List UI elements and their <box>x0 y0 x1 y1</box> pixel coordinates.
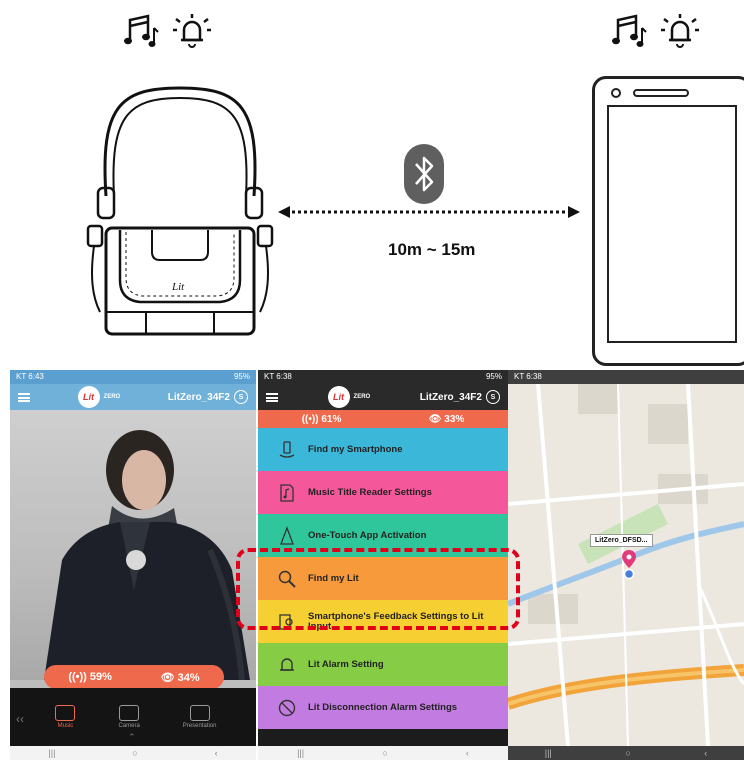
bag-notification-icons <box>124 12 212 50</box>
phone-screen <box>607 105 737 343</box>
music-screen: KT 6:43 95% Lit ZERO LitZero_34F2 S ((•)… <box>10 370 256 760</box>
device-selector[interactable]: LitZero_34F2 S <box>420 390 500 404</box>
find-phone-icon <box>276 439 298 461</box>
device-selector[interactable]: LitZero_34F2 S <box>168 390 248 404</box>
alarm-bell-icon <box>660 12 700 50</box>
phone-notification-icons <box>612 12 700 50</box>
app-logo: Lit ZERO <box>77 386 120 408</box>
chevron-up-icon[interactable]: ⌃ <box>128 732 136 743</box>
status-bar: KT 6:43 95% <box>10 370 256 384</box>
music-icon <box>55 705 76 721</box>
touch-icon <box>276 525 298 547</box>
crossbody-bag-illustration: Lit <box>80 76 280 343</box>
menu-item-find-smartphone[interactable]: Find my Smartphone <box>258 428 508 471</box>
back-icon[interactable]: ‹ <box>704 748 707 758</box>
recent-apps-icon[interactable]: ||| <box>48 748 55 758</box>
app-header: Lit ZERO LitZero_34F2 S <box>258 384 508 410</box>
find-my-lit-highlight <box>236 548 520 630</box>
location-pin-icon[interactable] <box>622 550 636 585</box>
status-bar: KT 6:38 95% <box>258 370 508 384</box>
phone-speaker <box>633 89 689 97</box>
app-logo: Lit ZERO <box>327 386 370 408</box>
alarm-bell-icon <box>172 12 212 50</box>
range-distance-label: 10m ~ 15m <box>388 240 476 259</box>
android-nav-bar: ||| ○ ‹ <box>508 746 744 760</box>
menu-item-disconnection-alarm[interactable]: Lit Disconnection Alarm Settings <box>258 686 508 729</box>
lit-battery: ((•)) 61% <box>301 413 342 425</box>
mode-tab-bar: ‹‹ Music Camera Presentation ⌃ <box>10 688 256 746</box>
status-bar: KT 6:38 <box>508 370 744 384</box>
phone-battery: 👁 33% <box>428 413 465 425</box>
back-icon[interactable]: ‹ <box>466 748 469 758</box>
page: Lit 10m ~ 15m KT 6:43 95% Lit ZERO LitZe… <box>0 0 744 760</box>
home-icon[interactable]: ○ <box>382 748 387 758</box>
model-photo <box>10 410 256 681</box>
home-icon[interactable]: ○ <box>132 748 137 758</box>
app-header: Lit ZERO LitZero_34F2 S <box>10 384 256 410</box>
map-screen: KT 6:38 LitZero_DFSD... ||| ○ ‹ <box>508 370 744 760</box>
tab-music[interactable]: Music <box>55 705 76 729</box>
back-icon[interactable]: ‹ <box>215 748 218 758</box>
chevron-left-icon[interactable]: ‹‹ <box>16 712 24 726</box>
android-nav-bar: ||| ○ ‹ <box>10 746 256 760</box>
battery-stats: ((•)) 59% 👁 34% <box>44 665 224 689</box>
recent-apps-icon[interactable]: ||| <box>545 748 552 758</box>
music-note-icon <box>612 14 648 48</box>
smartphone-illustration <box>592 76 744 366</box>
menu-item-alarm-setting[interactable]: Lit Alarm Setting <box>258 643 508 686</box>
bell-icon <box>276 654 298 676</box>
home-icon[interactable]: ○ <box>625 748 630 758</box>
music-note-icon <box>124 14 160 48</box>
menu-icon[interactable] <box>18 392 30 402</box>
battery-stats: ((•)) 61% 👁 33% <box>258 410 508 428</box>
phone-battery: 👁 34% <box>160 671 200 684</box>
bluetooth-icon <box>404 144 444 204</box>
phone-camera <box>611 88 621 98</box>
tab-camera[interactable]: Camera <box>118 705 140 729</box>
camera-icon <box>119 705 140 721</box>
presentation-icon <box>189 705 210 721</box>
device-status-icon: S <box>233 390 248 404</box>
svg-text:Lit: Lit <box>171 281 185 293</box>
recent-apps-icon[interactable]: ||| <box>297 748 304 758</box>
map-marker-label: LitZero_DFSD... <box>590 534 653 547</box>
device-status-icon: S <box>485 390 500 404</box>
menu-item-music-title-reader[interactable]: Music Title Reader Settings <box>258 471 508 514</box>
lit-battery: ((•)) 59% <box>68 671 112 683</box>
music-file-icon <box>276 482 298 504</box>
disconnect-icon <box>276 697 298 719</box>
range-arrow <box>278 204 580 220</box>
tab-presentation[interactable]: Presentation <box>183 705 217 729</box>
menu-icon[interactable] <box>266 392 278 402</box>
android-nav-bar: ||| ○ ‹ <box>258 746 508 760</box>
